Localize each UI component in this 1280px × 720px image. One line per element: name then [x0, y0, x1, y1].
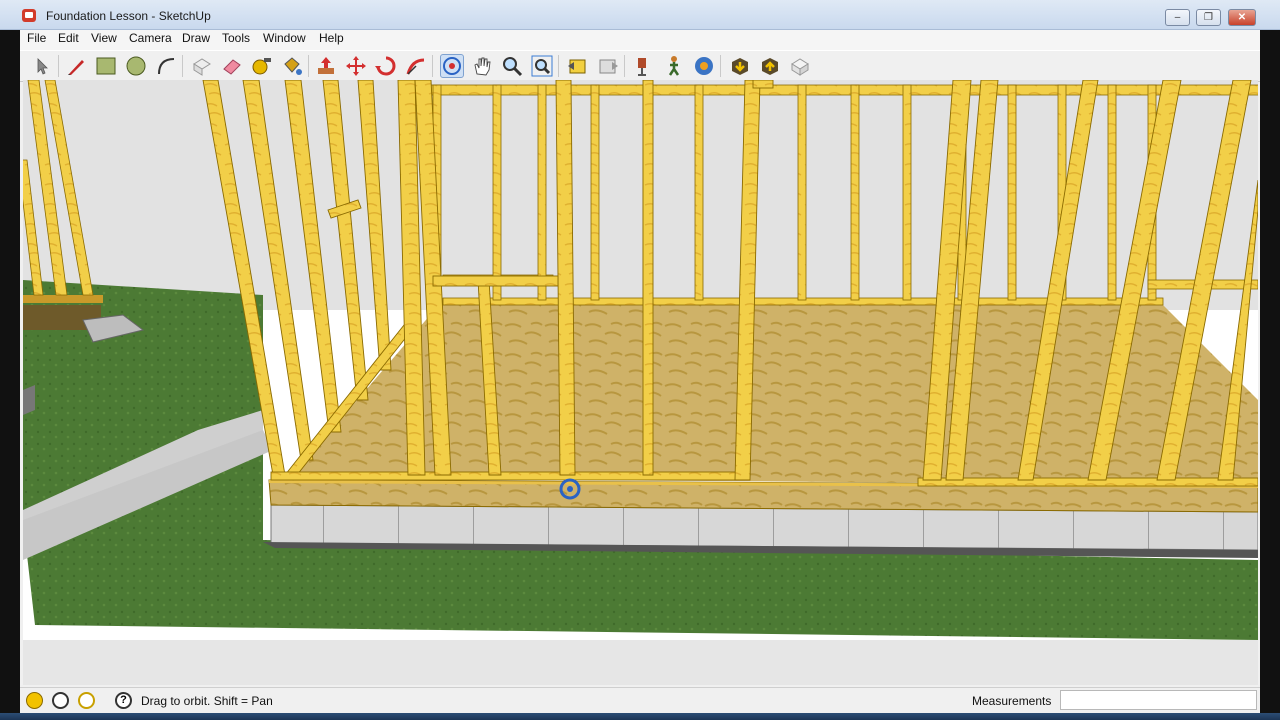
title-bar: Foundation Lesson - SketchUp – ❐ ✕	[0, 0, 1280, 30]
os-taskbar	[0, 713, 1280, 720]
measurements-label: Measurements	[972, 694, 1052, 708]
move-icon[interactable]	[344, 54, 368, 78]
menu-draw[interactable]: Draw	[182, 31, 210, 45]
menu-tools[interactable]: Tools	[222, 31, 250, 45]
user-icon[interactable]	[78, 692, 95, 709]
sketchup-app-icon	[22, 9, 36, 22]
drawing-viewport[interactable]	[23, 80, 1258, 685]
restore-button[interactable]: ❐	[1196, 9, 1221, 26]
sketchup-window: Foundation Lesson - SketchUp – ❐ ✕ File …	[0, 0, 1280, 720]
eraser-icon[interactable]	[220, 54, 244, 78]
tape-measure-icon[interactable]	[250, 54, 274, 78]
status-bar: ? Drag to orbit. Shift = Pan Measurement…	[20, 687, 1260, 714]
credits-icon[interactable]	[52, 692, 69, 709]
follow-me-icon[interactable]	[404, 54, 428, 78]
geolocation-icon[interactable]	[26, 692, 43, 709]
menu-help[interactable]: Help	[319, 31, 344, 45]
menu-window[interactable]: Window	[263, 31, 306, 45]
orbit-icon[interactable]	[440, 54, 464, 78]
walk-icon[interactable]	[662, 54, 686, 78]
measurements-input[interactable]	[1060, 690, 1257, 710]
pan-icon[interactable]	[470, 54, 494, 78]
main-toolbar	[20, 50, 1260, 82]
push-pull-icon[interactable]	[314, 54, 338, 78]
window-title: Foundation Lesson - SketchUp	[46, 9, 211, 23]
status-hint: Drag to orbit. Shift = Pan	[141, 694, 273, 708]
zoom-icon[interactable]	[500, 54, 524, 78]
menu-bar: File Edit View Camera Draw Tools Window …	[20, 30, 1260, 50]
select-icon[interactable]	[30, 54, 54, 78]
menu-edit[interactable]: Edit	[58, 31, 79, 45]
next-view-icon[interactable]	[596, 54, 620, 78]
menu-view[interactable]: View	[91, 31, 117, 45]
pencil-icon[interactable]	[64, 54, 88, 78]
arc-icon[interactable]	[154, 54, 178, 78]
previous-view-icon[interactable]	[566, 54, 590, 78]
share-model-icon[interactable]	[758, 54, 782, 78]
minimize-button[interactable]: –	[1165, 9, 1190, 26]
position-camera-icon[interactable]	[632, 54, 656, 78]
share-component-icon[interactable]	[788, 54, 812, 78]
get-models-icon[interactable]	[728, 54, 752, 78]
instructor-help-icon[interactable]: ?	[115, 692, 132, 709]
close-button[interactable]: ✕	[1228, 9, 1256, 26]
paint-bucket-icon[interactable]	[280, 54, 304, 78]
rectangle-icon[interactable]	[94, 54, 118, 78]
make-component-icon[interactable]	[190, 54, 214, 78]
menu-file[interactable]: File	[27, 31, 46, 45]
zoom-extents-icon[interactable]	[530, 54, 554, 78]
menu-camera[interactable]: Camera	[129, 31, 172, 45]
screen-edge-right	[1260, 30, 1280, 720]
screen-edge-left	[0, 30, 20, 720]
circle-icon[interactable]	[124, 54, 148, 78]
model-scene	[23, 80, 1258, 685]
rotate-icon[interactable]	[374, 54, 398, 78]
look-around-icon[interactable]	[692, 54, 716, 78]
